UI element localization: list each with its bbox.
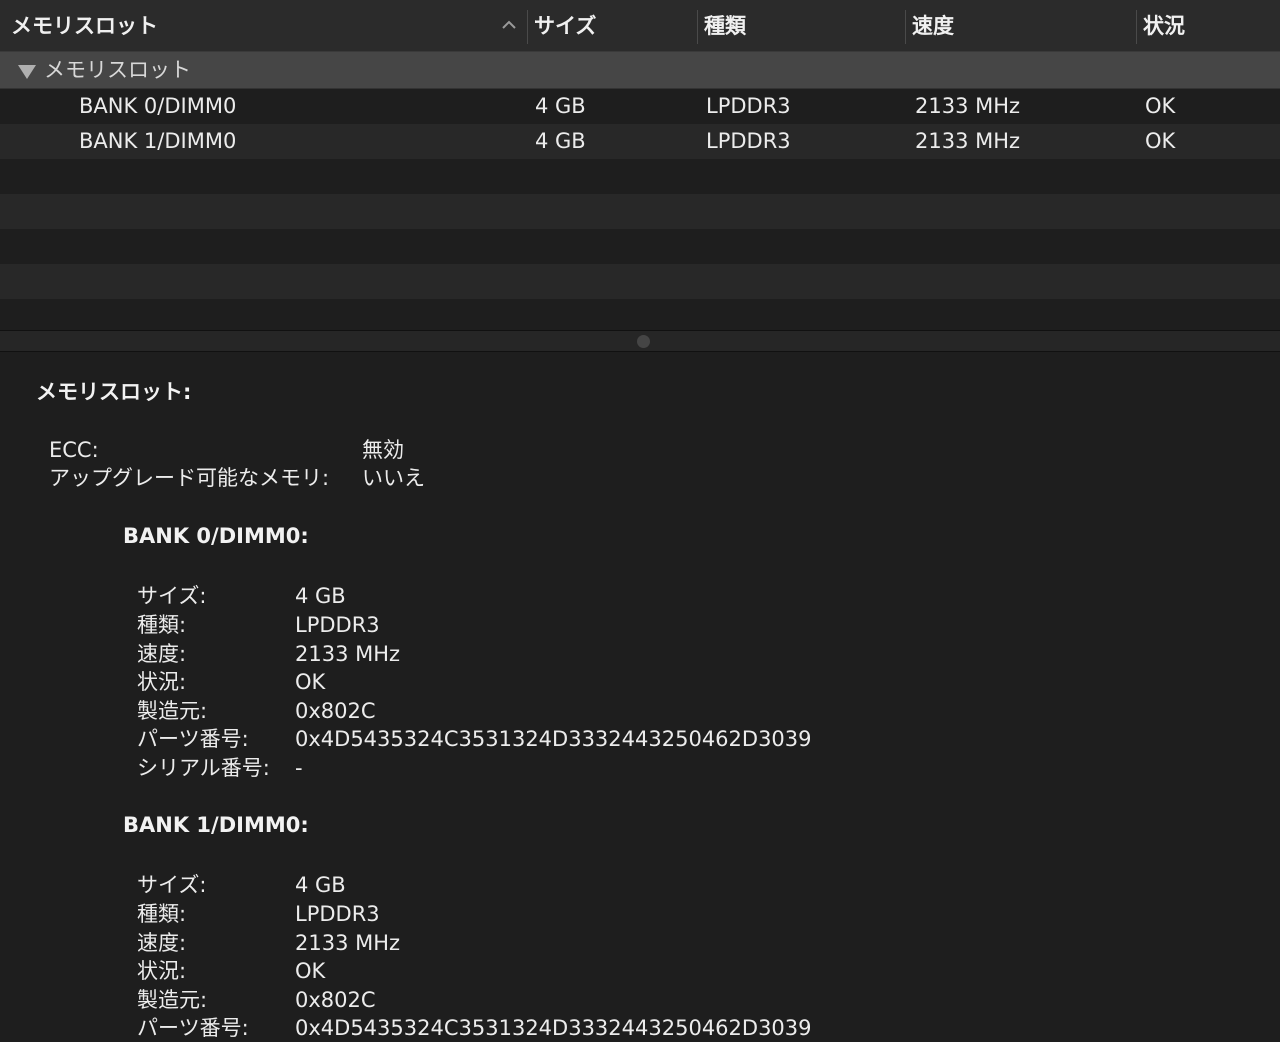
- cell-size: 4 GB: [535, 94, 586, 118]
- cell-status: OK: [1145, 129, 1176, 153]
- cell-speed: 2133 MHz: [915, 129, 1021, 153]
- disclosure-triangle-down-icon[interactable]: [17, 64, 37, 80]
- empty-row: [0, 194, 1280, 229]
- column-header-type[interactable]: 種類: [704, 0, 746, 52]
- part-number-value: 0x4D5435324C3531324D3332443250462D3039: [295, 1016, 812, 1040]
- column-separator[interactable]: [905, 10, 906, 44]
- group-label: メモリスロット: [44, 58, 191, 82]
- speed-value: 2133 MHz: [295, 642, 401, 666]
- manufacturer-value: 0x802C: [295, 699, 376, 723]
- column-separator[interactable]: [527, 10, 528, 44]
- cell-size: 4 GB: [535, 129, 586, 153]
- chevron-up-icon[interactable]: [499, 15, 519, 35]
- upgradeable-memory-label: アップグレード可能なメモリ:: [49, 466, 330, 490]
- size-label: サイズ:: [137, 584, 207, 608]
- speed-label: 速度:: [137, 931, 187, 955]
- column-header-memory-slot[interactable]: メモリスロット: [11, 0, 158, 52]
- type-label: 種類:: [137, 613, 187, 637]
- ecc-value: 無効: [362, 438, 404, 462]
- bank-title: BANK 0/DIMM0:: [123, 524, 309, 548]
- empty-row: [0, 159, 1280, 194]
- column-header-speed[interactable]: 速度: [912, 0, 954, 52]
- part-number-label: パーツ番号:: [137, 727, 249, 751]
- ecc-label: ECC:: [49, 438, 99, 462]
- part-number-value: 0x4D5435324C3531324D3332443250462D3039: [295, 727, 812, 751]
- type-value: LPDDR3: [295, 902, 380, 926]
- status-value: OK: [295, 959, 326, 983]
- type-value: LPDDR3: [295, 613, 380, 637]
- manufacturer-label: 製造元:: [137, 988, 208, 1012]
- cell-type: LPDDR3: [706, 94, 791, 118]
- bank-title: BANK 1/DIMM0:: [123, 813, 309, 837]
- empty-row: [0, 299, 1280, 330]
- size-value: 4 GB: [295, 584, 346, 608]
- group-row-memory-slots[interactable]: [0, 52, 1280, 89]
- splitter-handle[interactable]: [637, 335, 650, 348]
- serial-number-label: シリアル番号:: [137, 756, 270, 780]
- size-value: 4 GB: [295, 873, 346, 897]
- manufacturer-label: 製造元:: [137, 699, 208, 723]
- serial-number-value: -: [295, 756, 303, 780]
- status-value: OK: [295, 670, 326, 694]
- cell-type: LPDDR3: [706, 129, 791, 153]
- manufacturer-value: 0x802C: [295, 988, 376, 1012]
- cell-slot: BANK 1/DIMM0: [79, 129, 237, 153]
- cell-status: OK: [1145, 94, 1176, 118]
- speed-label: 速度:: [137, 642, 187, 666]
- detail-title: メモリスロット:: [36, 380, 192, 404]
- column-header-status[interactable]: 状況: [1143, 0, 1185, 52]
- empty-row: [0, 229, 1280, 264]
- part-number-label: パーツ番号:: [137, 1016, 249, 1040]
- table-header: [0, 0, 1280, 52]
- upgradeable-memory-value: いいえ: [362, 466, 425, 490]
- column-separator[interactable]: [1136, 10, 1137, 44]
- system-information-memory-window: メモリスロット サイズ 種類 速度 状況 メモリスロット BANK 0/DIMM…: [0, 0, 1280, 1042]
- cell-speed: 2133 MHz: [915, 94, 1021, 118]
- cell-slot: BANK 0/DIMM0: [79, 94, 237, 118]
- column-header-size[interactable]: サイズ: [534, 0, 596, 52]
- column-separator[interactable]: [697, 10, 698, 44]
- size-label: サイズ:: [137, 873, 207, 897]
- speed-value: 2133 MHz: [295, 931, 401, 955]
- type-label: 種類:: [137, 902, 187, 926]
- status-label: 状況:: [137, 959, 187, 983]
- empty-row: [0, 264, 1280, 299]
- status-label: 状況:: [137, 670, 187, 694]
